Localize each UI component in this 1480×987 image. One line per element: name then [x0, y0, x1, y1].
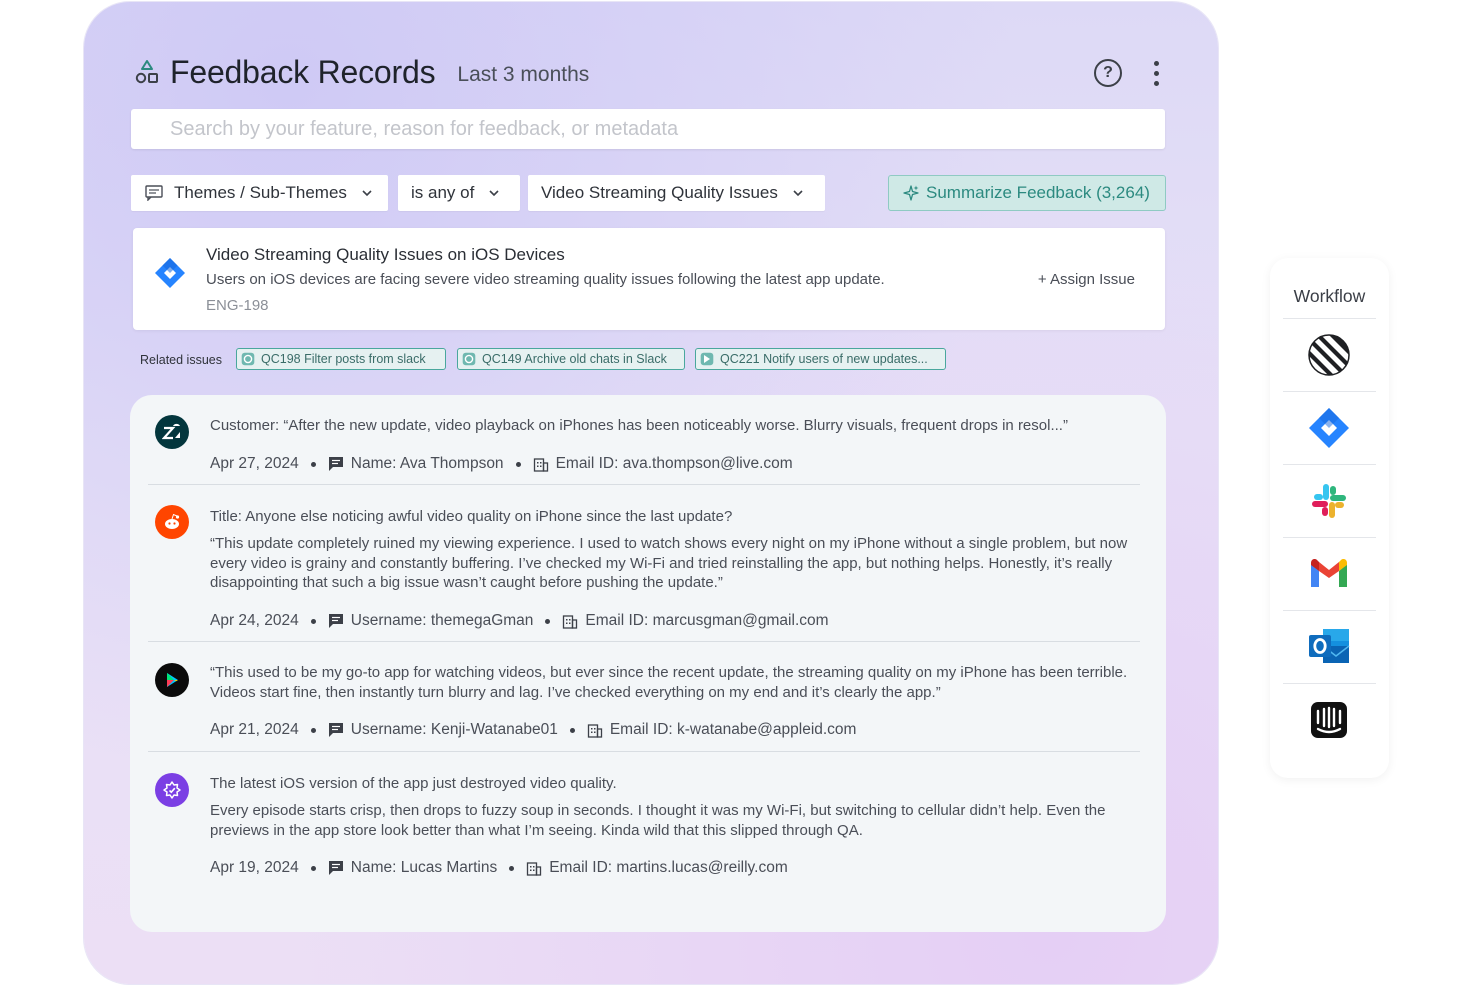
- feedback-title: Title: Anyone else noticing awful video …: [210, 508, 733, 525]
- message-icon: [328, 861, 343, 875]
- feedback-meta: Apr 21, 2024 Username: Kenji-Watanabe01 …: [210, 721, 856, 739]
- feedback-date: Apr 19, 2024: [210, 859, 299, 876]
- feedback-meta: Apr 19, 2024 Name: Lucas Martins Email I…: [210, 859, 788, 877]
- issue-status-icon: [462, 352, 476, 366]
- related-issue-label: QC149 Archive old chats in Slack: [482, 352, 667, 366]
- divider: [1283, 610, 1376, 611]
- feedback-email: Email ID: marcusgman@gmail.com: [585, 612, 829, 629]
- divider: [1283, 391, 1376, 392]
- issue-id: ENG-198: [206, 297, 269, 314]
- feedback-quote: Customer: “After the new update, video p…: [210, 417, 1068, 434]
- feedback-body: “This update completely ruined my viewin…: [210, 535, 1128, 591]
- help-circle-icon[interactable]: ?: [1094, 59, 1122, 87]
- chevron-down-icon: [793, 190, 803, 197]
- filter-operator-dropdown[interactable]: is any of: [398, 175, 520, 211]
- separator-dot: [310, 727, 316, 733]
- intercom-icon[interactable]: [1306, 697, 1352, 743]
- divider: [148, 641, 1140, 642]
- search-input[interactable]: [131, 109, 1165, 149]
- feedback-date: Apr 27, 2024: [210, 455, 299, 472]
- separator-dot: [515, 461, 521, 467]
- message-square-icon: [145, 185, 163, 201]
- feedback-email: Email ID: martins.lucas@reilly.com: [549, 859, 788, 876]
- feedback-meta: Apr 24, 2024 Username: themegaGman Email…: [210, 612, 829, 630]
- linear-icon[interactable]: [1306, 332, 1352, 378]
- message-icon: [328, 614, 343, 628]
- jira-icon[interactable]: [1306, 405, 1352, 451]
- outlook-icon[interactable]: [1306, 624, 1352, 670]
- related-issue-chip[interactable]: QC149 Archive old chats in Slack: [457, 348, 685, 370]
- page-title: Feedback Records: [170, 53, 436, 90]
- separator-dot: [545, 618, 551, 624]
- feedback-email: Email ID: ava.thompson@live.com: [555, 455, 793, 472]
- issue-description: Users on iOS devices are facing severe v…: [206, 271, 885, 288]
- date-range-label[interactable]: Last 3 months: [457, 63, 589, 87]
- more-vertical-icon[interactable]: [1146, 58, 1166, 88]
- issue-card[interactable]: Video Streaming Quality Issues on iOS De…: [133, 228, 1165, 330]
- separator-dot: [310, 865, 316, 871]
- issue-title[interactable]: Video Streaming Quality Issues on iOS De…: [206, 245, 565, 265]
- filter-field-label: Themes / Sub-Themes: [174, 183, 347, 202]
- slack-icon[interactable]: [1306, 478, 1352, 524]
- feedback-author: Username: themegaGman: [350, 612, 534, 629]
- feedback-date: Apr 21, 2024: [210, 721, 299, 738]
- filter-field-dropdown[interactable]: Themes / Sub-Themes: [131, 175, 388, 211]
- jira-icon: [155, 258, 185, 288]
- feedback-date: Apr 24, 2024: [210, 612, 299, 629]
- workflow-panel: Workflow: [1270, 258, 1389, 778]
- chevron-down-icon: [489, 190, 499, 197]
- related-issue-chip[interactable]: QC198 Filter posts from slack: [236, 348, 446, 370]
- issue-status-icon: [241, 352, 255, 366]
- google-play-icon: [155, 663, 189, 697]
- zendesk-icon: [155, 415, 189, 449]
- feedback-author: Name: Lucas Martins: [350, 859, 498, 876]
- summarize-label: Summarize Feedback (3,264): [926, 183, 1150, 202]
- building-icon: [533, 458, 548, 472]
- feedback-email: Email ID: k-watanabe@appleid.com: [609, 721, 857, 738]
- summarize-feedback-button[interactable]: Summarize Feedback (3,264): [888, 175, 1166, 211]
- filter-value-label: Video Streaming Quality Issues: [541, 183, 778, 202]
- gmail-icon[interactable]: [1306, 551, 1352, 597]
- shapes-icon: [135, 60, 158, 84]
- filter-value-dropdown[interactable]: Video Streaming Quality Issues: [528, 175, 825, 211]
- related-issue-label: QC221 Notify users of new updates...: [720, 352, 928, 366]
- separator-dot: [310, 618, 316, 624]
- issue-status-icon: [700, 352, 714, 366]
- app-badge-icon: [155, 773, 189, 807]
- separator-dot: [569, 727, 575, 733]
- filter-operator-label: is any of: [411, 183, 475, 202]
- feedback-author: Name: Ava Thompson: [350, 455, 504, 472]
- assign-issue-button[interactable]: + Assign Issue: [1038, 271, 1135, 288]
- feedback-body: Every episode starts crisp, then drops t…: [210, 802, 1106, 839]
- separator-dot: [310, 461, 316, 467]
- divider: [1283, 318, 1376, 319]
- feedback-title: The latest iOS version of the app just d…: [210, 775, 617, 792]
- divider: [148, 751, 1140, 752]
- chevron-down-icon: [362, 190, 372, 197]
- related-issue-chip[interactable]: QC221 Notify users of new updates...: [695, 348, 946, 370]
- divider: [148, 484, 1140, 485]
- reddit-icon: [155, 505, 189, 539]
- building-icon: [527, 862, 542, 876]
- message-icon: [328, 723, 343, 737]
- feedback-meta: Apr 27, 2024 Name: Ava Thompson Email ID…: [210, 455, 793, 473]
- building-icon: [563, 615, 578, 629]
- feedback-author: Username: Kenji-Watanabe01: [350, 721, 558, 738]
- feedback-list: Customer: “After the new update, video p…: [130, 395, 1166, 932]
- divider: [1283, 683, 1376, 684]
- divider: [1283, 464, 1376, 465]
- divider: [1283, 537, 1376, 538]
- message-icon: [328, 457, 343, 471]
- page-header: Feedback Records Last 3 months: [134, 52, 589, 92]
- related-issue-label: QC198 Filter posts from slack: [261, 352, 426, 366]
- sparkle-icon: [903, 185, 919, 201]
- separator-dot: [509, 865, 515, 871]
- related-issues-label: Related issues: [140, 353, 222, 367]
- workflow-title: Workflow: [1293, 286, 1366, 306]
- building-icon: [587, 724, 602, 738]
- feedback-body: “This used to be my go-to app for watchi…: [210, 664, 1128, 701]
